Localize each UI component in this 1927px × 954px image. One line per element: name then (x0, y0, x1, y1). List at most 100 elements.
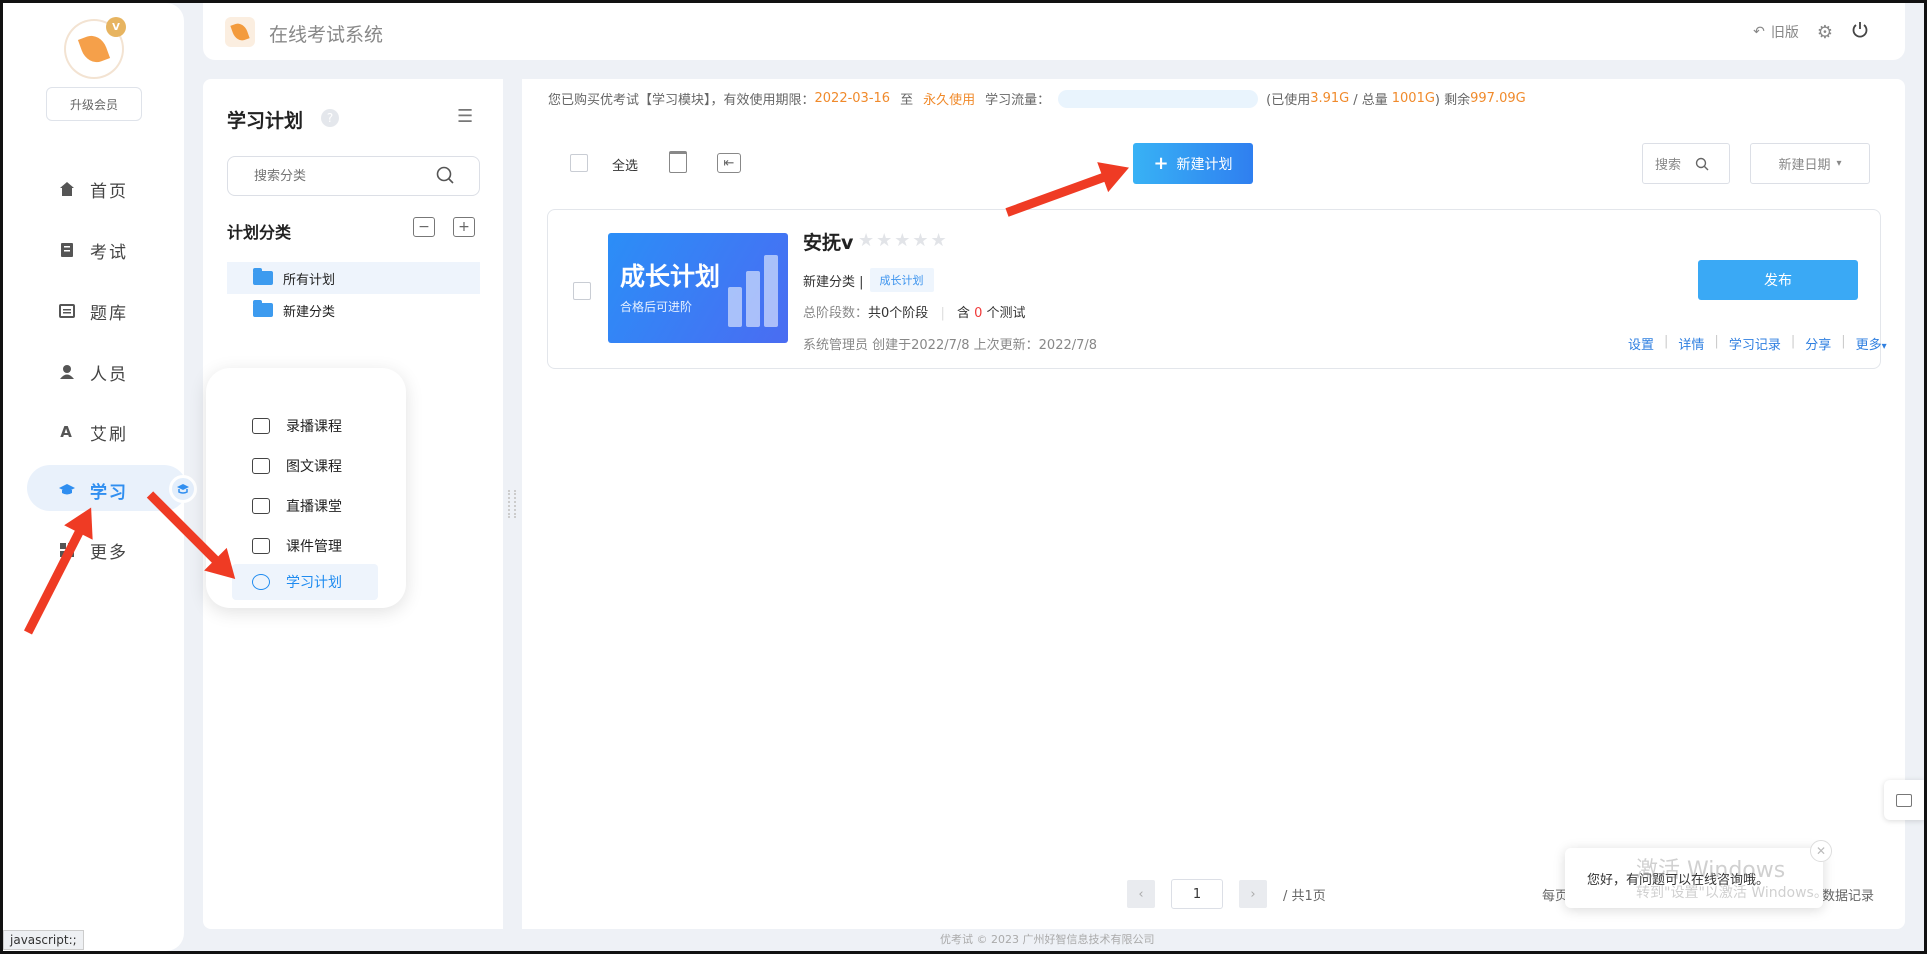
nav-item-users[interactable]: 人员 (58, 354, 178, 390)
plan-meta: 系统管理员 创建于2022/7/8 上次更新：2022/7/8 (803, 338, 1098, 353)
settings-link[interactable]: 设置 (1628, 334, 1654, 353)
pagination: ‹ 1 › / 共1页 (1127, 879, 1326, 909)
page-input[interactable]: 1 (1171, 879, 1223, 909)
nav-item-question-bank[interactable]: 题库 (58, 293, 178, 329)
panel-resize-handle[interactable] (508, 490, 516, 518)
status-bar: javascript:; (3, 930, 84, 950)
notice-total-prefix: / 总量 (1353, 93, 1388, 108)
message-icon (1896, 793, 1912, 807)
collapse-folder-icon[interactable]: − (413, 217, 435, 237)
tree-item-label: 新建分类 (283, 304, 336, 320)
notice-end: 永久使用 (923, 93, 976, 108)
test-prefix: 含 (956, 306, 970, 321)
plan-category-label: 新建分类 | (803, 274, 864, 290)
notice-remain-prefix: ) 剩余 (1434, 93, 1471, 108)
windows-watermark-hint: 转到"设置"以激活 Windows。 (1636, 885, 1828, 901)
tree-item-new-category[interactable]: 新建分类 (227, 294, 480, 326)
search-label: 搜索 (1655, 158, 1682, 173)
submenu-label: 学习计划 (286, 575, 342, 591)
help-icon[interactable]: ? (321, 109, 339, 127)
prev-page-button[interactable]: ‹ (1127, 880, 1155, 908)
main-content: 您已购买优考试【学习模块】，有效使用期限： 2022-03-16 至 永久使用 … (522, 79, 1905, 929)
plan-tag: 成长计划 (869, 268, 934, 292)
gear-icon[interactable]: ⚙ (1817, 22, 1833, 43)
notice-total: 1001G (1391, 91, 1435, 106)
power-icon[interactable] (1851, 21, 1869, 43)
question-bank-icon (58, 302, 76, 320)
submenu-item-courseware[interactable]: 课件管理 (232, 528, 378, 564)
stages-label: 总阶段数： (803, 306, 869, 321)
notice-traffic-label: 学习流量： (985, 93, 1051, 108)
nav-item-font[interactable]: A 艾刷 (58, 414, 178, 450)
stages-value: 共0个阶段 (868, 306, 929, 321)
nav-label-font: 艾刷 (90, 424, 128, 445)
notice-prefix: 您已购买优考试【学习模块】，有效使用期限： (548, 93, 815, 108)
cover-title: 成长计划 (620, 262, 721, 291)
chevron-down-icon: ▾ (1881, 341, 1887, 352)
app-logo[interactable]: V (66, 17, 126, 77)
nav-label-question-bank: 题库 (90, 303, 128, 324)
left-nav: V 升级会员 首页 考试 题库 人员 A 艾刷 学习 更多 (3, 3, 197, 951)
collapse-menu-icon[interactable]: ☰ (457, 108, 477, 126)
nav-item-exam[interactable]: 考试 (58, 232, 178, 268)
plan-category: 新建分类 | 成长计划 (803, 268, 934, 292)
folder-icon (253, 300, 273, 317)
submenu-item-study-plan[interactable]: 学习计划 (232, 564, 378, 600)
submenu-label: 录播课程 (286, 419, 342, 435)
test-count: 0 (974, 306, 983, 321)
license-notice: 您已购买优考试【学习模块】，有效使用期限： 2022-03-16 至 永久使用 … (548, 89, 1526, 108)
chat-float-button[interactable] (1884, 780, 1924, 820)
notice-used: 3.91G (1310, 91, 1350, 106)
select-all-checkbox[interactable] (570, 154, 588, 172)
trash-icon[interactable] (669, 151, 687, 173)
new-plan-button[interactable]: + 新建计划 (1133, 143, 1253, 184)
total-pages: / 共1页 (1283, 888, 1326, 904)
publish-button[interactable]: 发布 (1698, 260, 1858, 300)
undo-icon: ↶ (1753, 24, 1765, 40)
study-records-link[interactable]: 学习记录 (1729, 334, 1781, 353)
search-icon[interactable] (435, 165, 457, 187)
submenu-label: 直播课堂 (286, 499, 342, 515)
next-page-button[interactable]: › (1239, 880, 1267, 908)
tree-item-all-plans[interactable]: 所有计划 (227, 262, 480, 294)
user-icon (58, 363, 76, 381)
plan-actions: 设置 | 详情 | 学习记录 | 分享 | 更多▾ (1628, 334, 1887, 353)
submenu-item-live-class[interactable]: 直播课堂 (232, 488, 378, 524)
calendar-clock-icon (252, 574, 270, 590)
traffic-progress-bar (1058, 89, 1259, 108)
notice-start-date: 2022-03-16 (814, 91, 891, 106)
tree-item-label: 所有计划 (283, 272, 336, 288)
add-folder-icon[interactable]: + (453, 217, 475, 237)
tv-play-icon (252, 498, 270, 514)
leaf-logo-icon (225, 17, 255, 47)
submenu-item-recorded-course[interactable]: 录播课程 (232, 408, 378, 444)
top-actions: ↶ 旧版 ⚙ (1753, 21, 1869, 43)
plus-icon: + (1153, 153, 1169, 174)
close-icon[interactable]: ✕ (1810, 840, 1832, 862)
chevron-down-icon: ▾ (1836, 158, 1842, 169)
more-link[interactable]: 更多▾ (1856, 334, 1887, 353)
windows-watermark: 激活 Windows (1636, 858, 1786, 883)
plan-search-input[interactable]: 搜索 (1642, 143, 1730, 184)
nav-label-more: 更多 (90, 542, 128, 563)
plan-cover-image[interactable]: 成长计划 合格后可进阶 (608, 233, 788, 343)
font-icon: A (60, 423, 74, 441)
nav-label-users: 人员 (90, 364, 128, 385)
select-all-label[interactable]: 全选 (612, 155, 638, 174)
plan-checkbox[interactable] (573, 282, 591, 300)
top-bar: 在线考试系统 ↶ 旧版 ⚙ (203, 3, 1905, 60)
details-link[interactable]: 详情 (1678, 334, 1704, 353)
upgrade-button[interactable]: 升级会员 (46, 87, 142, 121)
notice-to: 至 (900, 93, 914, 108)
category-section-title: 计划分类 (227, 223, 292, 242)
nav-item-home[interactable]: 首页 (58, 171, 178, 207)
plan-stages: 总阶段数：共0个阶段 | 含 0 个测试 (803, 306, 1026, 321)
plan-name[interactable]: 安抚v (803, 228, 853, 255)
old-version-link[interactable]: ↶ 旧版 (1753, 22, 1799, 42)
share-link[interactable]: 分享 (1805, 334, 1831, 353)
sort-select[interactable]: 新建日期 ▾ (1750, 143, 1870, 184)
old-version-label: 旧版 (1770, 25, 1799, 41)
submenu-label: 课件管理 (286, 539, 342, 555)
move-icon[interactable]: ⇤ (717, 153, 741, 173)
submenu-item-article-course[interactable]: 图文课程 (232, 448, 378, 484)
